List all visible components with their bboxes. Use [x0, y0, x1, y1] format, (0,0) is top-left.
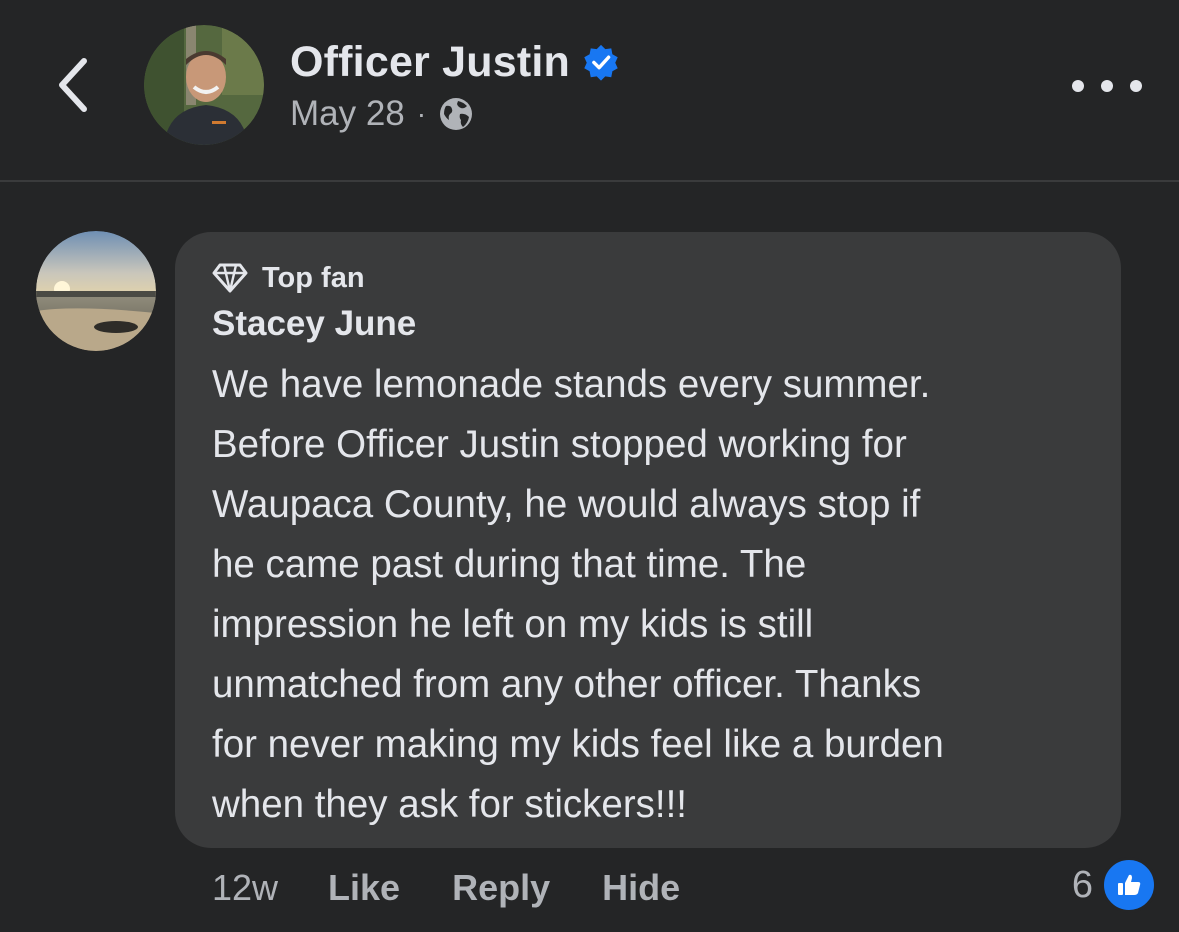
diamond-icon	[212, 263, 248, 293]
comment-line: impression he left on my kids is still	[212, 603, 814, 646]
more-options-button[interactable]	[1072, 66, 1142, 106]
back-button[interactable]	[44, 50, 100, 120]
comment-line: unmatched from any other officer. Thanks	[212, 663, 922, 706]
comment-line: he came past during that time. The	[212, 543, 807, 586]
back-chevron-icon	[59, 58, 87, 112]
comment-timestamp[interactable]: 12w	[212, 867, 278, 909]
post-author-name[interactable]: Officer Justin	[290, 38, 570, 87]
verified-badge-icon	[584, 44, 618, 81]
more-options-icon	[1101, 80, 1113, 92]
comment-line: Before Officer Justin stopped working fo…	[212, 423, 907, 466]
comment-text: We have lemonade stands every summer. Be…	[212, 355, 1112, 835]
globe-icon	[440, 98, 473, 130]
comment-actions: 12w Like Reply Hide	[212, 862, 732, 914]
like-button[interactable]: Like	[328, 867, 400, 909]
more-options-icon	[1130, 80, 1142, 92]
reaction-summary[interactable]: 6	[1072, 857, 1157, 913]
reaction-count: 6	[1071, 863, 1093, 906]
like-reaction-badge	[1101, 857, 1157, 913]
more-options-icon	[1072, 80, 1084, 92]
author-avatar[interactable]	[144, 25, 264, 145]
top-fan-badge[interactable]: Top fan	[212, 258, 365, 298]
commenter-avatar[interactable]	[36, 231, 156, 351]
comment-line: Waupaca County, he would always stop if	[212, 483, 921, 526]
comment-author-name[interactable]: Stacey June	[212, 304, 416, 344]
author-avatar-image	[144, 25, 264, 145]
comment-line: when they ask for stickers!!!	[212, 783, 688, 826]
post-date[interactable]: May 28	[290, 94, 405, 134]
post-header: Officer Justin May 28 ·	[0, 0, 1179, 182]
hide-button[interactable]: Hide	[602, 867, 680, 909]
comment-line: We have lemonade stands every summer.	[212, 363, 931, 406]
like-thumb-icon	[1118, 874, 1141, 895]
commenter-avatar-image	[36, 231, 156, 351]
reply-button[interactable]: Reply	[452, 867, 550, 909]
meta-separator: ·	[416, 98, 427, 129]
badge-label: Top fan	[262, 261, 365, 294]
comment-line: for never making my kids feel like a bur…	[212, 723, 944, 766]
